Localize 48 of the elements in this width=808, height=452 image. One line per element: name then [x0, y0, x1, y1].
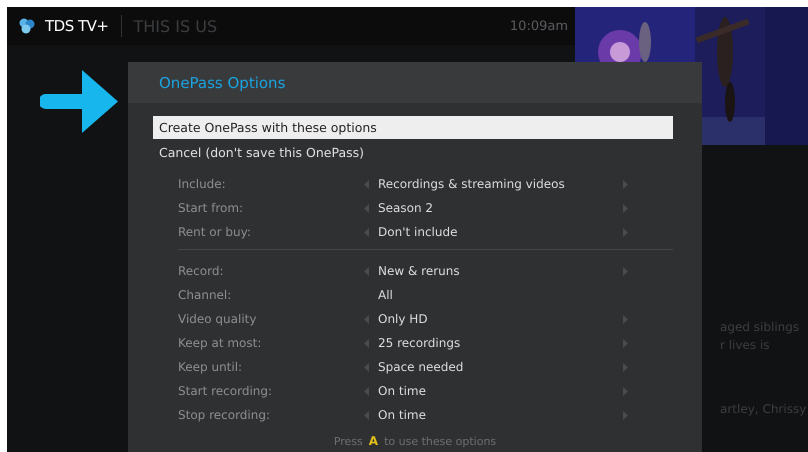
- brand-name: TDS TV+: [45, 17, 108, 35]
- right-arrow-icon[interactable]: [623, 314, 628, 324]
- right-arrow-icon[interactable]: [623, 228, 628, 236]
- setting-label: Channel:: [178, 288, 232, 302]
- clock: 10:09am: [510, 18, 568, 34]
- right-arrow-icon[interactable]: [623, 180, 628, 188]
- left-arrow-icon[interactable]: [364, 204, 369, 212]
- setting-label: Start recording:: [178, 384, 274, 398]
- left-arrow-icon[interactable]: [364, 362, 369, 372]
- menu-option[interactable]: Cancel (don't save this OnePass): [153, 141, 673, 164]
- setting-value[interactable]: Recordings & streaming videos: [378, 177, 623, 191]
- footer-text: to use these options: [384, 434, 496, 448]
- right-arrow-icon[interactable]: [623, 204, 628, 212]
- setting-value[interactable]: Space needed: [378, 360, 623, 374]
- left-arrow-icon[interactable]: [364, 386, 369, 396]
- left-arrow-icon[interactable]: [364, 180, 369, 188]
- setting-value[interactable]: Only HD: [378, 312, 623, 326]
- setting-value[interactable]: 25 recordings: [378, 336, 623, 350]
- right-arrow-icon[interactable]: [623, 338, 628, 348]
- logo-icon: [17, 17, 37, 35]
- setting-label: Stop recording:: [178, 408, 272, 422]
- dialog-title: OnePass Options: [159, 74, 286, 92]
- footer-text: Press: [334, 434, 363, 448]
- setting-label: Record:: [178, 264, 225, 278]
- setting-label: Video quality: [178, 312, 258, 326]
- left-arrow-icon[interactable]: [364, 338, 369, 348]
- key-hint: A: [368, 434, 378, 448]
- left-arrow-icon[interactable]: [364, 314, 369, 324]
- setting-label: Keep at most:: [178, 336, 262, 350]
- right-arrow-icon[interactable]: [623, 410, 628, 420]
- left-arrow-icon[interactable]: [364, 228, 369, 236]
- right-arrow-icon[interactable]: [623, 362, 628, 372]
- setting-label: Rent or buy:: [178, 225, 252, 239]
- arrow-icon: [40, 70, 118, 133]
- setting-label: Include:: [178, 177, 227, 191]
- menu-option[interactable]: Create OnePass with these options: [153, 116, 673, 139]
- right-arrow-icon[interactable]: [623, 266, 628, 276]
- setting-label: Start from:: [178, 201, 244, 215]
- setting-value[interactable]: New & reruns: [378, 264, 623, 278]
- setting-value[interactable]: On time: [378, 384, 623, 398]
- setting-value[interactable]: Season 2: [378, 201, 623, 215]
- left-arrow-icon[interactable]: [364, 410, 369, 420]
- setting-value[interactable]: Don't include: [378, 225, 623, 239]
- setting-value[interactable]: All: [378, 288, 623, 302]
- setting-value[interactable]: On time: [378, 408, 623, 422]
- left-arrow-icon[interactable]: [364, 266, 369, 276]
- right-arrow-icon[interactable]: [623, 386, 628, 396]
- setting-label: Keep until:: [178, 360, 244, 374]
